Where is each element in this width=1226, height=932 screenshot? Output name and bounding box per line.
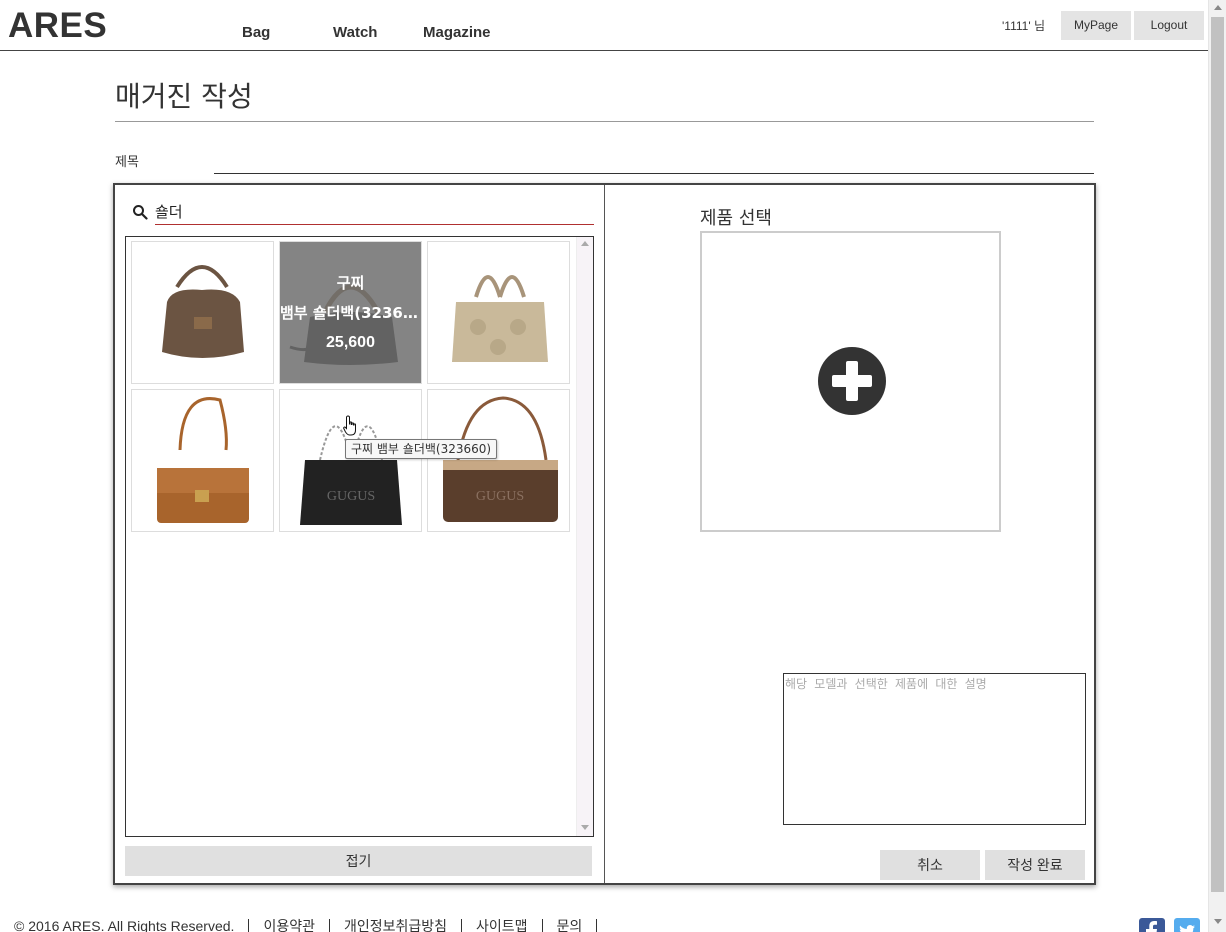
copyright-text: © 2016 ARES. All Rights Reserved. (14, 918, 235, 932)
plus-circle-icon[interactable] (817, 346, 887, 416)
card-product-name: 뱀부 숄더백(323660) (280, 303, 421, 322)
logout-button[interactable]: Logout (1134, 11, 1204, 40)
product-select-box[interactable] (700, 231, 1001, 532)
footer-link-privacy[interactable]: 개인정보취급방침 (344, 916, 447, 932)
scroll-up-arrow-icon[interactable] (581, 241, 589, 246)
result-card[interactable]: GUGUS (427, 389, 570, 532)
twitter-icon[interactable] (1174, 918, 1200, 932)
title-field-label: 제목 (115, 155, 139, 170)
page-scroll-up-icon[interactable] (1214, 5, 1222, 10)
bag-brown-suede-hobo-image (162, 265, 244, 358)
svg-text:GUGUS: GUGUS (476, 489, 524, 504)
facebook-icon[interactable] (1139, 918, 1165, 932)
description-textarea[interactable] (783, 673, 1086, 825)
mypage-button[interactable]: MyPage (1061, 11, 1131, 40)
scroll-down-arrow-icon[interactable] (581, 825, 589, 830)
results-scrollbar[interactable] (576, 237, 593, 836)
site-header: ARES Bag Watch Magazine '1111' 님 MyPage … (0, 0, 1208, 51)
product-detail-pane: 제품 선택 취소 작성 완료 (606, 185, 1094, 883)
svg-text:GUGUS: GUGUS (327, 489, 375, 504)
footer: © 2016 ARES. All Rights Reserved. 이용약관 개… (14, 918, 611, 932)
search-input[interactable] (155, 199, 594, 225)
page-scroll-thumb[interactable] (1211, 17, 1224, 892)
title-field[interactable] (214, 150, 1094, 174)
nav-bag[interactable]: Bag (242, 24, 270, 41)
bag-brown-canvas-pochette-image: GUGUS (443, 396, 558, 522)
bag-tan-leather-flap-image (157, 397, 249, 523)
product-search-pane: 구찌뱀부 숄더백(323660) 25,600 GUGUS GUGUS 구찌 뱀부 숄… (115, 185, 605, 883)
page-title: 매거진 작성 (115, 80, 253, 113)
result-card[interactable]: GUGUS (279, 389, 422, 532)
bag-beige-signature-tote-image (452, 275, 548, 362)
footer-link-contact[interactable]: 문의 (557, 916, 583, 932)
search-results: 구찌뱀부 숄더백(323660) 25,600 GUGUS GUGUS 구찌 뱀부 숄… (125, 236, 594, 837)
product-tooltip: 구찌 뱀부 숄더백(323660) (345, 439, 498, 459)
result-card[interactable] (131, 389, 274, 532)
result-card[interactable]: 구찌뱀부 숄더백(323660) 25,600 (279, 241, 422, 384)
result-card[interactable] (427, 241, 570, 384)
product-select-label: 제품 선택 (700, 208, 772, 229)
page-scroll-down-icon[interactable] (1214, 919, 1222, 924)
magazine-editor: 구찌뱀부 숄더백(323660) 25,600 GUGUS GUGUS 구찌 뱀부 숄… (113, 183, 1096, 885)
card-hover-overlay[interactable]: 구찌뱀부 숄더백(323660) 25,600 (280, 242, 421, 383)
hand-cursor-icon (343, 415, 356, 436)
cancel-button[interactable]: 취소 (880, 850, 980, 880)
footer-link-terms[interactable]: 이용약관 (263, 916, 315, 932)
card-brand: 구찌 (336, 273, 365, 292)
card-price: 25,600 (326, 333, 375, 351)
submit-button[interactable]: 작성 완료 (985, 850, 1085, 880)
nav-magazine[interactable]: Magazine (423, 24, 491, 41)
page-scrollbar[interactable] (1208, 0, 1226, 932)
title-divider (115, 121, 1094, 122)
fold-button[interactable]: 접기 (125, 846, 592, 876)
bag-black-chain-tote-image: GUGUS (300, 425, 402, 525)
nav-watch[interactable]: Watch (333, 24, 377, 41)
logo[interactable]: ARES (8, 6, 107, 46)
footer-link-sitemap[interactable]: 사이트맵 (476, 916, 528, 932)
result-card[interactable] (131, 241, 274, 384)
search-icon[interactable] (132, 204, 148, 220)
user-greeting: '1111' 님 (1002, 19, 1045, 33)
